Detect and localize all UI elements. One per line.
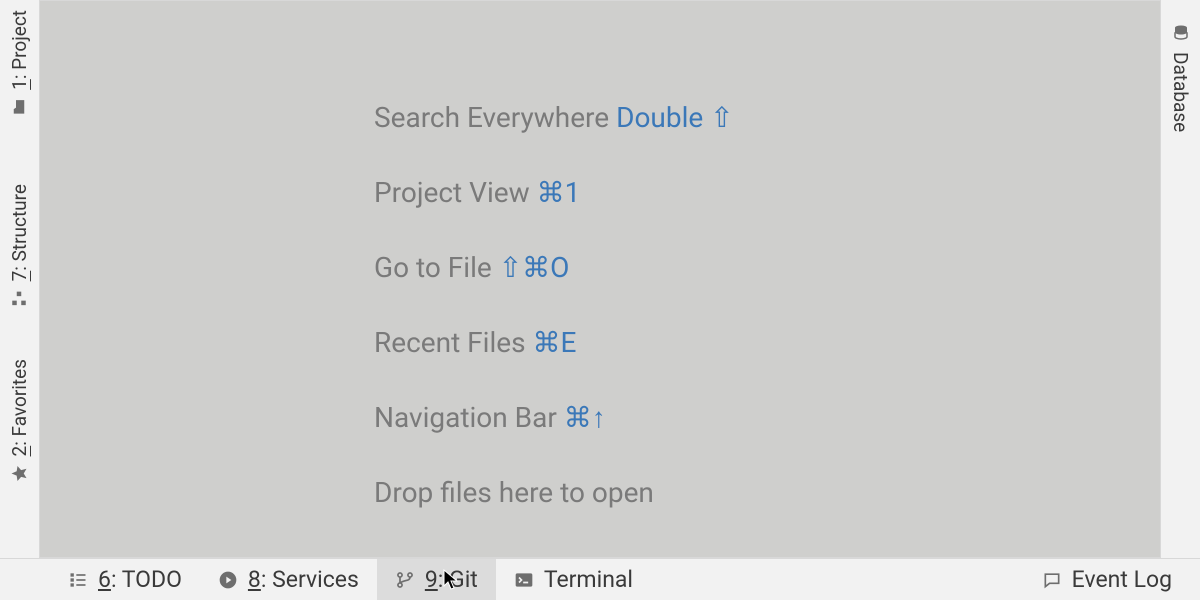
database-icon [1172,24,1190,42]
shortcut: ⌘1 [537,176,581,209]
shortcut: ⌘↑ [564,401,606,434]
tool-window-favorites[interactable]: 2: Favorites [8,349,31,492]
hint-project-view: Project View ⌘1 [374,176,734,209]
tool-window-git[interactable]: 9: Git [377,559,496,600]
terminal-icon [514,570,534,590]
hint-recent-files: Recent Files ⌘E [374,326,734,359]
tool-window-services[interactable]: 8: Services [200,559,377,600]
star-icon [11,465,29,483]
editor-hints: Search Everywhere Double ⇧ Project View … [374,101,734,509]
mnemonic: 1 [8,79,31,90]
shortcut: Double ⇧ [616,101,734,134]
tool-window-terminal[interactable]: Terminal [496,559,651,600]
mnemonic: 7 [8,271,31,282]
play-icon [218,570,238,590]
hint-navigation-bar: Navigation Bar ⌘↑ [374,401,734,434]
tool-label: : Project [8,10,31,79]
tool-label: : Services [261,566,359,593]
right-tool-strip: Database [1160,0,1200,558]
bottom-tool-strip: 6: TODO 8: Services 9: Git Terminal Even… [0,558,1200,600]
hint-search-everywhere: Search Everywhere Double ⇧ [374,101,734,134]
left-tool-strip: 1: Project 7: Structure 2: Favorites [0,0,40,558]
branch-icon [395,570,415,590]
shortcut: ⇧⌘O [499,251,570,284]
tool-window-database[interactable]: Database [1169,0,1192,142]
hint-go-to-file: Go to File ⇧⌘O [374,251,734,284]
todo-icon [68,570,88,590]
shortcut: ⌘E [533,326,577,359]
structure-icon [11,289,29,307]
tool-label: : Git [438,566,478,593]
mnemonic: 6 [98,566,111,593]
tool-window-project[interactable]: 1: Project [8,0,31,136]
folder-icon [11,98,29,116]
tool-window-todo[interactable]: 6: TODO [50,559,200,600]
tool-window-structure[interactable]: 7: Structure [8,174,31,317]
mnemonic: 8 [248,566,261,593]
hint-drop-files: Drop files here to open [374,476,734,509]
mnemonic: 2 [8,446,31,457]
tool-window-event-log[interactable]: Event Log [1024,559,1200,600]
tool-label: Terminal [544,566,633,593]
tool-label: Database [1169,52,1192,132]
tool-label: : TODO [111,566,182,593]
tool-label: : Structure [8,184,31,271]
editor-empty-area[interactable]: Search Everywhere Double ⇧ Project View … [40,0,1160,558]
mnemonic: 9 [425,566,438,593]
tool-label: : Favorites [8,359,31,446]
tool-label: Event Log [1072,566,1172,593]
chat-icon [1042,570,1062,590]
